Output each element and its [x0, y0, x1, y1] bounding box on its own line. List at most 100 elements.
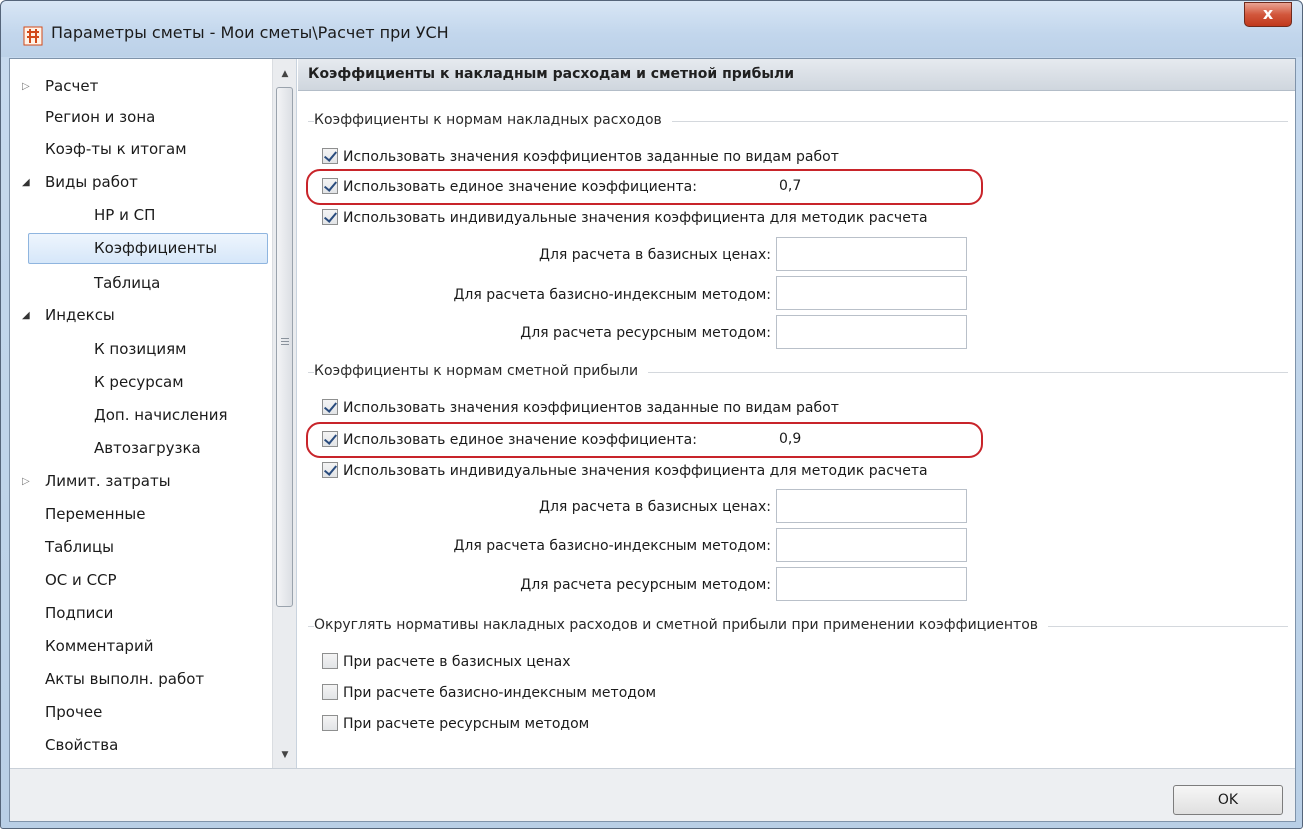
overhead-base-label: Для расчета в базисных ценах:: [539, 247, 771, 263]
checkbox-label: Использовать значения коэффициентов зада…: [343, 400, 839, 416]
sidebar: ▷ Расчет Регион и зона Коэф-ты к итогам …: [10, 59, 297, 768]
sidebar-item-properties[interactable]: Свойства: [10, 732, 272, 759]
checkbox-label: При расчете ресурсным методом: [343, 716, 590, 732]
sidebar-item-label: Коэф-ты к итогам: [45, 140, 187, 158]
coefficients-panel: Коэффициенты к накладным расходам и смет…: [298, 59, 1295, 768]
title-bar[interactable]: Параметры сметы - Мои сметы\Расчет при У…: [1, 1, 1302, 57]
sidebar-item-acts[interactable]: Акты выполн. работ: [10, 666, 272, 693]
checkbox-label: Использовать индивидуальные значения коэ…: [343, 463, 928, 479]
overhead-base-index-label: Для расчета базисно-индексным методом:: [453, 287, 771, 303]
rounding-base-index-checkbox[interactable]: При расчете базисно-индексным методом: [322, 682, 656, 704]
sidebar-item-label: Прочее: [45, 703, 103, 721]
profit-by-work-type-checkbox[interactable]: Использовать значения коэффициентов зада…: [322, 397, 839, 419]
overhead-single-value-checkbox[interactable]: Использовать единое значение коэффициент…: [322, 176, 697, 198]
profit-group-title: Коэффициенты к нормам сметной прибыли: [314, 363, 649, 379]
sidebar-item-label: Регион и зона: [45, 108, 156, 126]
window-title: Параметры сметы - Мои сметы\Расчет при У…: [51, 23, 449, 42]
overhead-base-index-input[interactable]: [776, 276, 967, 310]
overhead-resource-input[interactable]: [776, 315, 967, 349]
panel-header: Коэффициенты к накладным расходам и смет…: [298, 59, 1295, 91]
sidebar-item-label: Доп. начисления: [94, 406, 228, 424]
estimate-app-icon: [23, 26, 43, 46]
sidebar-item-limit-costs[interactable]: ▷ Лимит. затраты: [10, 468, 272, 495]
sidebar-item-raschet[interactable]: ▷ Расчет: [10, 73, 272, 100]
settings-tree: ▷ Расчет Регион и зона Коэф-ты к итогам …: [10, 59, 272, 768]
sidebar-item-other[interactable]: Прочее: [10, 699, 272, 726]
profit-resource-input[interactable]: [776, 567, 967, 601]
profit-resource-label: Для расчета ресурсным методом:: [520, 577, 771, 593]
checkbox-checked-icon[interactable]: [322, 148, 338, 164]
checkbox-label: При расчете в базисных ценах: [343, 654, 571, 670]
sidebar-item-label: ОС и ССР: [45, 571, 117, 589]
checkbox-checked-icon[interactable]: [322, 178, 338, 194]
checkbox-checked-icon[interactable]: [322, 431, 338, 447]
sidebar-item-coefficients[interactable]: Коэффициенты: [28, 233, 268, 264]
checkbox-checked-icon[interactable]: [322, 209, 338, 225]
sidebar-item-indexes[interactable]: ◢ Индексы: [10, 302, 272, 329]
overhead-by-work-type-checkbox[interactable]: Использовать значения коэффициентов зада…: [322, 146, 839, 168]
profit-single-value-checkbox[interactable]: Использовать единое значение коэффициент…: [322, 429, 697, 451]
overhead-resource-label: Для расчета ресурсным методом:: [520, 325, 771, 341]
sidebar-item-to-positions[interactable]: К позициям: [10, 336, 272, 363]
sidebar-scrollbar[interactable]: ▲ ▼: [272, 59, 296, 768]
sidebar-item-os-ssr[interactable]: ОС и ССР: [10, 567, 272, 594]
sidebar-item-label: Лимит. затраты: [45, 472, 171, 490]
sidebar-item-label: К ресурсам: [94, 373, 184, 391]
profit-base-index-label: Для расчета базисно-индексным методом:: [453, 538, 771, 554]
profit-base-label: Для расчета в базисных ценах:: [539, 499, 771, 515]
sidebar-item-comment[interactable]: Комментарий: [10, 633, 272, 660]
sidebar-item-autoload[interactable]: Автозагрузка: [10, 435, 272, 462]
sidebar-item-coef-totals[interactable]: Коэф-ты к итогам: [10, 136, 272, 163]
profit-single-value-input[interactable]: 0,9: [772, 424, 968, 454]
rounding-base-checkbox[interactable]: При расчете в базисных ценах: [322, 651, 571, 673]
scroll-up-icon[interactable]: ▲: [273, 63, 297, 85]
sidebar-item-signatures[interactable]: Подписи: [10, 600, 272, 627]
expand-arrow-icon[interactable]: ▷: [22, 73, 30, 100]
sidebar-item-tables[interactable]: Таблицы: [10, 534, 272, 561]
close-button[interactable]: x: [1244, 2, 1292, 27]
sidebar-item-work-types[interactable]: ◢ Виды работ: [10, 169, 272, 196]
checkbox-unchecked-icon[interactable]: [322, 715, 338, 731]
sidebar-item-label: К позициям: [94, 340, 187, 358]
sidebar-item-variables[interactable]: Переменные: [10, 501, 272, 528]
sidebar-item-label: Автозагрузка: [94, 439, 201, 457]
sidebar-item-label: НР и СП: [94, 206, 156, 224]
overhead-group-title: Коэффициенты к нормам накладных расходов: [314, 112, 672, 128]
profit-individual-checkbox[interactable]: Использовать индивидуальные значения коэ…: [322, 460, 928, 482]
ok-button[interactable]: OK: [1173, 785, 1283, 815]
dialog-client: ▷ Расчет Регион и зона Коэф-ты к итогам …: [9, 58, 1296, 822]
sidebar-item-label: Расчет: [45, 77, 99, 95]
sidebar-item-label: Переменные: [45, 505, 146, 523]
checkbox-label: Использовать единое значение коэффициент…: [343, 179, 697, 195]
sidebar-item-label: Индексы: [45, 306, 115, 324]
checkbox-unchecked-icon[interactable]: [322, 653, 338, 669]
overhead-individual-checkbox[interactable]: Использовать индивидуальные значения коэ…: [322, 207, 928, 229]
rounding-resource-checkbox[interactable]: При расчете ресурсным методом: [322, 713, 589, 735]
sidebar-item-label: Комментарий: [45, 637, 154, 655]
checkbox-unchecked-icon[interactable]: [322, 684, 338, 700]
sidebar-item-label: Таблицы: [45, 538, 114, 556]
collapse-arrow-icon[interactable]: ◢: [22, 169, 30, 196]
profit-base-index-input[interactable]: [776, 528, 967, 562]
expand-arrow-icon[interactable]: ▷: [22, 468, 30, 495]
profit-base-input[interactable]: [776, 489, 967, 523]
scroll-down-icon[interactable]: ▼: [273, 744, 297, 766]
checkbox-label: Использовать единое значение коэффициент…: [343, 432, 697, 448]
checkbox-checked-icon[interactable]: [322, 462, 338, 478]
panel-title: Коэффициенты к накладным расходам и смет…: [308, 66, 795, 82]
sidebar-item-table[interactable]: Таблица: [10, 270, 272, 297]
sidebar-item-to-resources[interactable]: К ресурсам: [10, 369, 272, 396]
rounding-group-title: Округлять нормативы накладных расходов и…: [314, 617, 1049, 633]
sidebar-item-nr-sp[interactable]: НР и СП: [10, 202, 272, 229]
dialog-window: Параметры сметы - Мои сметы\Расчет при У…: [0, 0, 1303, 829]
sidebar-item-label: Свойства: [45, 736, 119, 754]
sidebar-item-label: Виды работ: [45, 173, 138, 191]
sidebar-item-region[interactable]: Регион и зона: [10, 104, 272, 131]
collapse-arrow-icon[interactable]: ◢: [22, 302, 30, 329]
overhead-base-input[interactable]: [776, 237, 967, 271]
overhead-single-value-input[interactable]: 0,7: [772, 171, 968, 201]
sidebar-item-additional-charges[interactable]: Доп. начисления: [10, 402, 272, 429]
scroll-thumb[interactable]: [276, 87, 293, 607]
checkbox-checked-icon[interactable]: [322, 399, 338, 415]
sidebar-item-label: Коэффициенты: [94, 239, 218, 257]
